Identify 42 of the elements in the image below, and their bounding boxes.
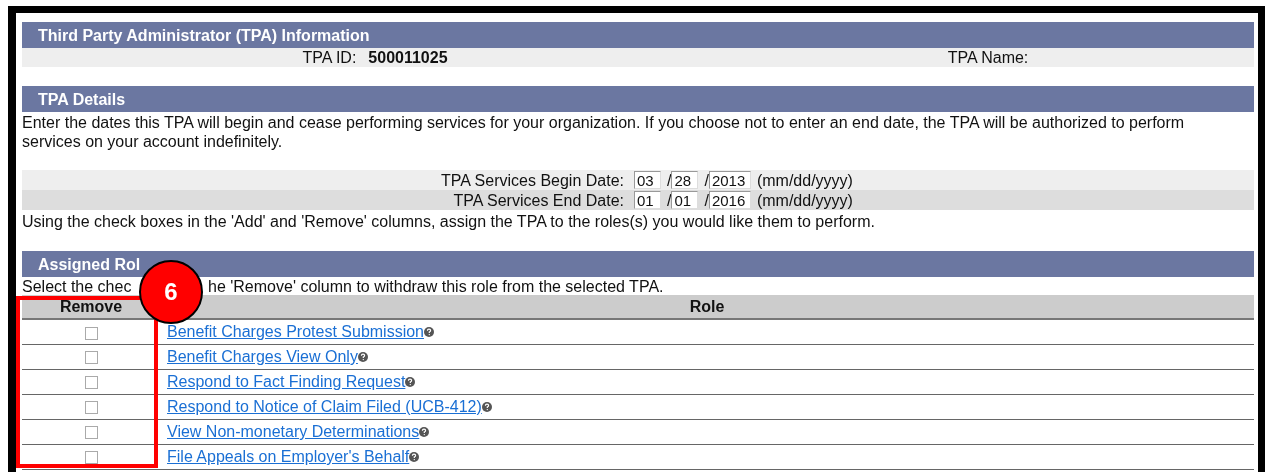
- separator-text: /: [666, 190, 672, 210]
- help-icon[interactable]: [481, 401, 492, 412]
- checkbox[interactable]: [84, 326, 98, 340]
- format-hint: (mm/dd/yyyy): [755, 170, 853, 190]
- year-field[interactable]: 2016: [708, 191, 751, 209]
- checkbox[interactable]: [84, 376, 98, 390]
- help-icon[interactable]: [419, 426, 430, 437]
- day-field[interactable]: 01: [671, 191, 699, 209]
- separator-text: /: [703, 170, 709, 190]
- section-header: Third Party Administrator (TPA) Information: [22, 22, 1254, 48]
- section-header: TPA Details: [22, 86, 1254, 112]
- help-icon[interactable]: [405, 376, 416, 387]
- help-icon[interactable]: [409, 451, 420, 462]
- role-link[interactable]: File Appeals on Employer's Behalf: [167, 447, 410, 466]
- help-icon[interactable]: [424, 326, 434, 337]
- instruction-text: he 'Remove' column to withdraw this role from the selected TPA.: [208, 277, 664, 295]
- section-header: Assigned Rol: [22, 251, 1254, 277]
- format-hint: (mm/dd/yyyy): [755, 190, 853, 210]
- role-link[interactable]: View Non-monetary Determinations: [167, 422, 420, 441]
- role-link[interactable]: Benefit Charges Protest Submission: [167, 322, 424, 342]
- field-label: TPA ID:: [302, 48, 357, 67]
- month-field[interactable]: 03: [634, 171, 661, 189]
- role-link[interactable]: Respond to Fact Finding Request: [167, 372, 406, 391]
- description-text: Enter the dates this TPA will begin and cease performing services for your organization. If you choose not to enter an end date, the TPA will be authorized to perform services on your account indefinitely.: [22, 113, 1186, 151]
- help-icon[interactable]: [357, 351, 368, 362]
- role-link[interactable]: Respond to Notice of Claim Filed (UCB-412): [167, 397, 482, 416]
- separator-text: /: [666, 170, 672, 190]
- instruction-text: Using the check boxes in the 'Add' and 'Remove' columns, assign the TPA to the roles(s) you would like them to perform.: [22, 212, 876, 231]
- checkbox[interactable]: [84, 426, 98, 440]
- day-field[interactable]: 28: [671, 171, 699, 189]
- instruction-text: Select the chec: [22, 278, 132, 295]
- field-label: TPA Services Begin Date:: [440, 170, 625, 190]
- role-link[interactable]: Benefit Charges View Only: [167, 347, 358, 366]
- field-value: 500011025: [368, 48, 448, 67]
- year-field[interactable]: 2013: [708, 171, 751, 189]
- checkbox[interactable]: [84, 351, 98, 365]
- field-label: TPA Name:: [947, 48, 1029, 67]
- separator-text: /: [703, 190, 709, 210]
- field-label: TPA Services End Date:: [452, 190, 625, 210]
- checkbox[interactable]: [84, 451, 98, 465]
- month-field[interactable]: 01: [634, 191, 661, 209]
- checkbox[interactable]: [84, 401, 98, 415]
